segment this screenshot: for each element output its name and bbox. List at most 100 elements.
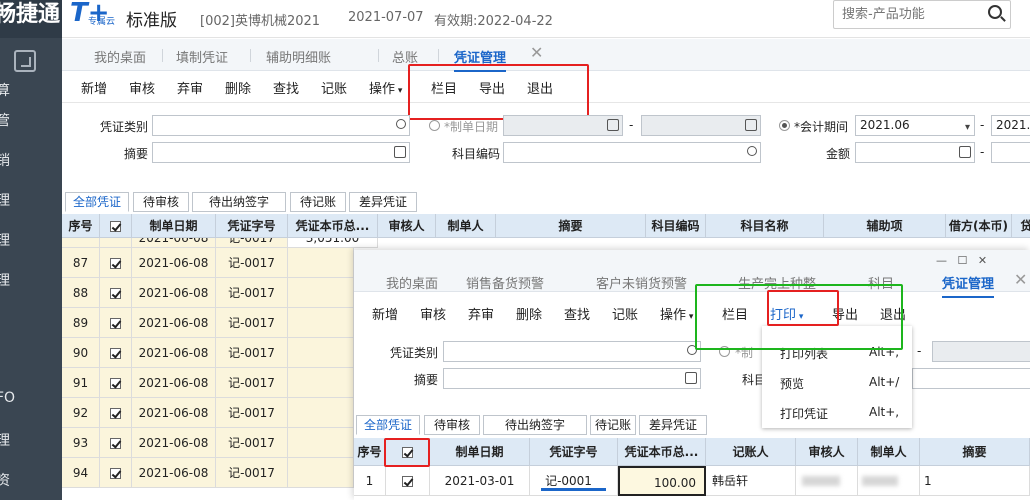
search-icon[interactable] [747, 146, 757, 156]
period-to-select[interactable]: 2021.0 [991, 115, 1030, 136]
row-checkbox[interactable] [100, 308, 132, 338]
inset-tab-sales-warning[interactable]: 销售备货预警 [466, 273, 544, 292]
calendar-icon[interactable] [607, 119, 619, 131]
calendar-icon[interactable] [745, 119, 757, 131]
row-checkbox[interactable] [100, 398, 132, 428]
calculator-icon[interactable] [959, 146, 971, 158]
row-checkbox[interactable] [100, 428, 132, 458]
checkbox[interactable] [110, 221, 121, 232]
sidebar-item[interactable]: 理 [0, 270, 30, 290]
inset-tab-voucher-management[interactable]: 凭证管理 [942, 273, 995, 298]
inset-account-field[interactable] [912, 368, 1030, 389]
row-voucher-number[interactable]: 记-0017 [216, 458, 288, 488]
row-voucher-number[interactable]: 记-0017 [216, 398, 288, 428]
tab-my-desktop[interactable]: 我的桌面 [94, 47, 146, 66]
inset-filter-tab-pending-review[interactable]: 待审核 [424, 415, 480, 435]
checkbox[interactable] [110, 318, 121, 329]
header-select-all-checkbox[interactable] [100, 214, 132, 238]
maximize-icon[interactable]: ☐ [958, 254, 968, 267]
inset-filter-tab-all[interactable]: 全部凭证 [356, 415, 420, 435]
unreview-button[interactable]: 弃审 [177, 78, 203, 97]
period-from-select[interactable]: 2021.06 ▾ [855, 115, 975, 136]
inset-review-button[interactable]: 审核 [420, 304, 446, 323]
sidebar-item[interactable]: FO [0, 390, 30, 406]
sidebar-item[interactable]: 管 [0, 110, 30, 130]
date-to-field[interactable] [641, 115, 761, 136]
row-voucher-number[interactable]: 记-0017 [216, 368, 288, 398]
inset-filter-tab-pending-cashier[interactable]: 待出纳签字 [483, 415, 587, 435]
inset-filter-tab-pending-post[interactable]: 待记账 [590, 415, 636, 435]
search-icon[interactable] [988, 5, 1002, 19]
inset-summary-field[interactable] [443, 368, 701, 389]
close-window-icon[interactable]: ✕ [978, 254, 987, 267]
post-button[interactable]: 记账 [321, 78, 347, 97]
inset-post-button[interactable]: 记账 [612, 304, 638, 323]
picker-icon[interactable] [685, 372, 697, 384]
date-from-field[interactable] [503, 115, 623, 136]
checkbox[interactable] [402, 476, 413, 487]
inset-date-to-field[interactable] [932, 341, 1030, 362]
menu-item-print-voucher[interactable]: 打印凭证 [780, 405, 828, 422]
find-button[interactable]: 查找 [273, 78, 299, 97]
navigation-icon[interactable] [14, 50, 36, 72]
close-tab-icon[interactable]: ✕ [530, 43, 543, 62]
picker-icon[interactable] [394, 146, 406, 158]
row-checkbox[interactable] [386, 466, 430, 496]
inset-unreview-button[interactable]: 弃审 [468, 304, 494, 323]
amount-from-field[interactable] [855, 142, 975, 163]
checkbox[interactable] [110, 288, 121, 299]
inset-operation-menu-button[interactable]: 操作 ▾ [660, 304, 693, 323]
filter-tab-pending-cashier[interactable]: 待出纳签字 [192, 192, 286, 212]
inset-find-button[interactable]: 查找 [564, 304, 590, 323]
checkbox[interactable] [110, 258, 121, 269]
sidebar-item[interactable]: 理 [0, 230, 30, 250]
row-checkbox[interactable] [100, 458, 132, 488]
filter-tab-pending-review[interactable]: 待审核 [133, 192, 189, 212]
search-input[interactable] [833, 0, 1011, 29]
tab-aux-detail[interactable]: 辅助明细账 [266, 47, 331, 66]
account-set-label[interactable]: [002]英博机械2021 [200, 10, 320, 29]
row-voucher-number[interactable]: 记-0001 [530, 466, 618, 496]
row-checkbox[interactable] [100, 278, 132, 308]
add-button[interactable]: 新增 [81, 78, 107, 97]
delete-button[interactable]: 删除 [225, 78, 251, 97]
row-checkbox[interactable] [100, 368, 132, 398]
review-button[interactable]: 审核 [129, 78, 155, 97]
minimize-icon[interactable]: — [936, 254, 947, 267]
checkbox[interactable] [110, 408, 121, 419]
inset-delete-button[interactable]: 删除 [516, 304, 542, 323]
date-radio[interactable] [429, 120, 440, 131]
period-radio[interactable] [779, 120, 790, 131]
sidebar-item[interactable]: 销 [0, 150, 30, 170]
inset-add-button[interactable]: 新增 [372, 304, 398, 323]
inset-voucher-type-field[interactable] [443, 341, 701, 362]
tab-fill-voucher[interactable]: 填制凭证 [176, 47, 228, 66]
search-icon[interactable] [396, 119, 406, 129]
sidebar-item[interactable]: 理 [0, 190, 30, 210]
row-voucher-number[interactable]: 记-0017 [216, 278, 288, 308]
filter-tab-all[interactable]: 全部凭证 [65, 192, 129, 212]
row-voucher-number[interactable]: 记-0017 [216, 308, 288, 338]
close-tab-icon[interactable]: ✕ [1014, 270, 1027, 289]
sidebar-item[interactable]: 资 [0, 470, 30, 490]
checkbox[interactable] [110, 378, 121, 389]
inset-tab-customer-warning[interactable]: 客户未销货预警 [596, 273, 687, 292]
row-checkbox[interactable] [100, 338, 132, 368]
filter-tab-difference[interactable]: 差异凭证 [349, 192, 417, 212]
sidebar-item[interactable]: 算 [0, 80, 30, 100]
operation-menu-button[interactable]: 操作 ▾ [369, 78, 402, 97]
summary-field[interactable] [152, 142, 410, 163]
checkbox[interactable] [110, 348, 121, 359]
filter-tab-pending-post[interactable]: 待记账 [290, 192, 346, 212]
row-checkbox[interactable] [100, 248, 132, 278]
row-voucher-number[interactable]: 记-0017 [216, 248, 288, 278]
row-voucher-number[interactable]: 记-0017 [216, 428, 288, 458]
menu-item-preview[interactable]: 预览 [780, 375, 804, 392]
inset-tab-my-desktop[interactable]: 我的桌面 [386, 273, 438, 292]
voucher-type-field[interactable] [152, 115, 410, 136]
inset-filter-tab-difference[interactable]: 差异凭证 [639, 415, 707, 435]
account-code-field[interactable] [503, 142, 761, 163]
sidebar-item[interactable]: 理 [0, 430, 30, 450]
amount-to-field[interactable] [991, 142, 1030, 163]
checkbox[interactable] [110, 468, 121, 479]
